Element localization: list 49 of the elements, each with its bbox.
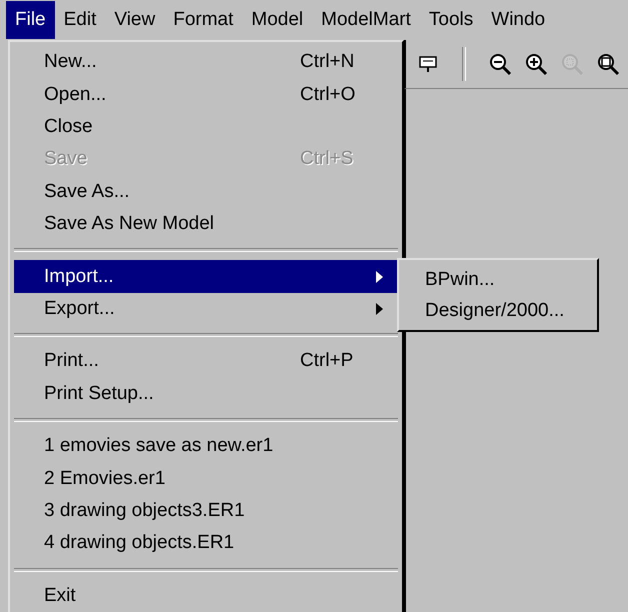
menu-bar-item[interactable]: Format [164,1,242,39]
menu-item-label: Open... [44,84,108,106]
zoom-fit-icon[interactable] [596,52,620,76]
menu-bar-item[interactable]: Model [242,1,312,39]
zoom-out-icon[interactable] [488,52,512,76]
menu-item-label: Close [44,116,94,138]
submenu-item[interactable]: BPwin... [399,264,597,295]
menu-item[interactable]: 3 drawing objects3.ER1 [14,494,398,528]
menu-item[interactable]: 2 Emovies.er1 [14,462,398,495]
zoom-in-icon[interactable] [524,52,548,76]
shortcut-label: Ctrl+P [300,350,354,372]
menu-item-label: 2 Emovies.er1 [44,468,166,490]
note-icon[interactable] [419,55,437,73]
shortcut-label: Ctrl+S [300,148,354,170]
menu-item-label: Print... [44,350,100,372]
menu-item[interactable]: New... Ctrl+N [14,46,398,78]
menu-item[interactable]: Close [14,110,398,144]
submenu-item[interactable]: Designer/2000... [399,295,597,326]
menu-item[interactable]: Print... Ctrl+P [14,345,398,378]
menu-item-label: 4 drawing objects.ER1 [44,532,236,554]
menu-item[interactable]: Save As New Model [14,208,398,240]
submenu-arrow-icon [374,270,384,284]
menu-bar-item[interactable]: Windo [482,1,554,39]
menu-item-label: New... [44,51,98,74]
menu-item[interactable]: Exit [14,580,398,612]
menu-item-label: Import... [44,266,115,288]
menu-item-label: Save As New Model [44,213,216,236]
menu-bar-item[interactable]: ModelMart [312,1,420,39]
menu-item-label: Save As... [44,180,131,203]
menu-item[interactable]: 1 emovies save as new.er1 [14,430,398,462]
menu-item-label: 1 emovies save as new.er1 [44,435,274,458]
menu-item[interactable]: Save As... [14,176,398,208]
menu-bar-item[interactable]: File [6,1,55,39]
menu-item-label: Save [44,148,88,170]
menu-item[interactable]: Import... [14,260,398,293]
shortcut-label: Ctrl+O [300,84,356,106]
menu-item[interactable]: Print Setup... [14,378,398,410]
menu-bar-item[interactable]: Tools [420,1,482,39]
menu-item-label: 3 drawing objects3.ER1 [44,500,246,522]
menu-item-label: Exit [44,584,77,607]
menu-item-label: Print Setup... [44,382,155,405]
menu-bar-item[interactable]: Edit [54,1,106,39]
menu-item[interactable]: Export... [14,292,398,326]
menu-item-label: Export... [44,298,116,320]
shortcut-label: Ctrl+N [300,51,356,74]
menu-item[interactable]: 4 drawing objects.ER1 [14,527,398,560]
submenu-arrow-icon [374,302,384,316]
menu-item[interactable]: Open... Ctrl+O [14,78,398,111]
menu-bar-item[interactable]: View [105,1,164,39]
